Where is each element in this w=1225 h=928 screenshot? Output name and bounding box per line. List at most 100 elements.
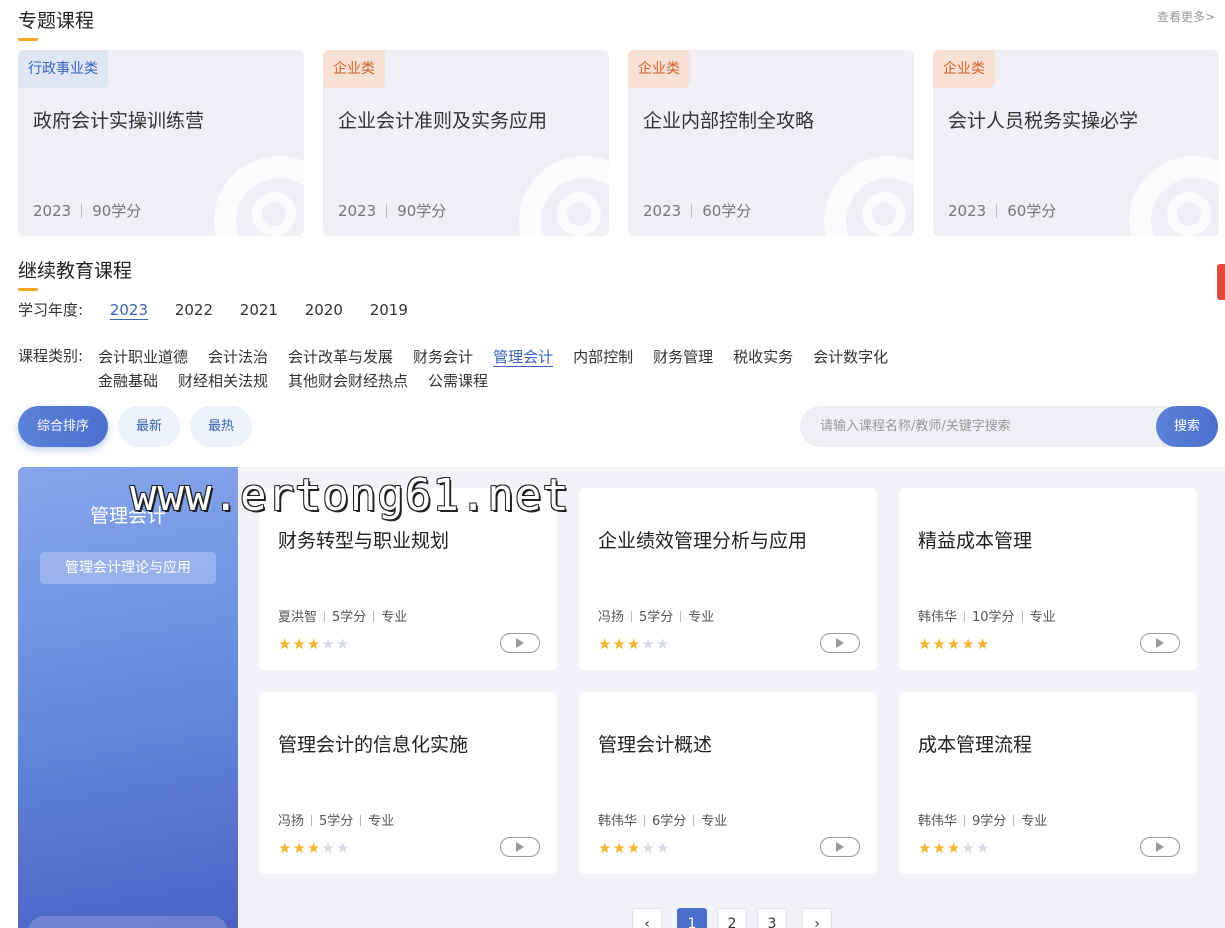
category-option[interactable]: 会计法治 — [208, 345, 268, 369]
course-card[interactable]: 精益成本管理 韩伟华 10学分 专业 ★★★★★ — [899, 488, 1197, 670]
decorative-ring — [252, 192, 296, 236]
star-icon: ★ — [292, 635, 307, 653]
course-meta: 韩伟华 10学分 专业 — [918, 606, 1056, 625]
star-icon: ★ — [598, 635, 613, 653]
course-teacher: 韩伟华 — [918, 814, 958, 829]
topic-tag: 企业类 — [628, 50, 690, 88]
star-icon: ★ — [641, 839, 656, 857]
category-option[interactable]: 财务会计 — [413, 345, 473, 369]
rating-stars: ★★★★★ — [598, 635, 670, 653]
play-icon[interactable] — [1140, 633, 1180, 653]
star-icon: ★ — [932, 839, 947, 857]
category-side-panel: 管理会计 管理会计理论与应用 — [18, 467, 238, 928]
title-accent-bar — [18, 38, 38, 41]
course-type: 专业 — [688, 610, 715, 625]
course-meta: 夏洪智 5学分 专业 — [278, 606, 407, 625]
topic-card[interactable]: 企业类 企业会计准则及实务应用 2023 90学分 — [323, 50, 609, 236]
category-option[interactable]: 税收实务 — [733, 345, 793, 369]
page-button[interactable]: 1 — [677, 908, 707, 928]
search-placeholder: 请输入课程名称/教师/关键字搜索 — [820, 419, 1011, 434]
category-option[interactable]: 内部控制 — [573, 345, 633, 369]
course-meta: 冯扬 5学分 专业 — [278, 810, 394, 829]
star-icon: ★ — [918, 635, 933, 653]
course-credits: 10学分 — [972, 610, 1015, 625]
rating-stars: ★★★★★ — [598, 839, 670, 857]
decorative-ring — [557, 192, 601, 236]
category-option[interactable]: 会计改革与发展 — [288, 345, 393, 369]
course-card[interactable]: 成本管理流程 韩伟华 9学分 专业 ★★★★★ — [899, 692, 1197, 874]
play-icon[interactable] — [500, 633, 540, 653]
side-float-icon[interactable] — [1217, 264, 1225, 300]
course-meta: 韩伟华 9学分 专业 — [918, 810, 1047, 829]
year-option[interactable]: 2023 — [110, 301, 148, 319]
star-icon: ★ — [598, 839, 613, 857]
subcategory-button[interactable]: 管理会计理论与应用 — [40, 552, 216, 584]
divider — [373, 611, 375, 622]
topic-card[interactable]: 行政事业类 政府会计实操训练营 2023 90学分 — [18, 50, 304, 236]
topic-meta: 2023 60学分 — [643, 200, 751, 221]
star-icon: ★ — [961, 635, 976, 653]
sort-comprehensive-button[interactable]: 综合排序 — [18, 406, 108, 447]
topic-card[interactable]: 企业类 企业内部控制全攻略 2023 60学分 — [628, 50, 914, 236]
star-icon: ★ — [278, 839, 293, 857]
course-type: 专业 — [381, 610, 408, 625]
rating-stars: ★★★★★ — [278, 839, 350, 857]
page-button[interactable]: 3 — [757, 908, 787, 928]
course-title: 成本管理流程 — [918, 734, 1033, 756]
next-page-button[interactable]: › — [802, 908, 832, 928]
year-option[interactable]: 2020 — [305, 301, 343, 319]
divider — [1013, 815, 1015, 826]
search-input[interactable]: 请输入课程名称/教师/关键字搜索 搜索 — [800, 406, 1218, 447]
ce-section-title: 继续教育课程 — [18, 256, 133, 291]
view-more-link[interactable]: 查看更多> — [1157, 8, 1215, 25]
star-icon: ★ — [946, 839, 962, 857]
divider — [631, 611, 633, 622]
rating-stars: ★★★★★ — [278, 635, 350, 653]
ce-title-text: 继续教育课程 — [18, 260, 133, 282]
play-icon[interactable] — [1140, 837, 1180, 857]
topic-tag: 企业类 — [933, 50, 995, 88]
divider — [964, 611, 966, 622]
decorative-ring — [862, 192, 906, 236]
year-option[interactable]: 2022 — [175, 301, 213, 319]
sort-hottest-button[interactable]: 最热 — [190, 406, 252, 447]
topics-section-title: 专题课程 — [18, 6, 94, 41]
category-option[interactable]: 管理会计 — [493, 345, 553, 369]
star-icon: ★ — [612, 635, 627, 653]
course-teacher: 韩伟华 — [918, 610, 958, 625]
year-option[interactable]: 2021 — [240, 301, 278, 319]
course-credits: 6学分 — [652, 814, 687, 829]
page-button[interactable]: 2 — [717, 908, 747, 928]
course-card[interactable]: 管理会计概述 韩伟华 6学分 专业 ★★★★★ — [579, 692, 877, 874]
divider — [81, 204, 83, 218]
play-icon[interactable] — [820, 633, 860, 653]
sort-newest-button[interactable]: 最新 — [118, 406, 180, 447]
category-option[interactable]: 公需课程 — [428, 369, 488, 393]
course-type: 专业 — [368, 814, 395, 829]
star-icon: ★ — [626, 839, 642, 857]
category-filter-label: 课程类别: — [18, 347, 84, 365]
topic-year: 2023 — [643, 202, 682, 220]
year-option[interactable]: 2019 — [370, 301, 408, 319]
star-icon: ★ — [321, 635, 336, 653]
course-card[interactable]: 企业绩效管理分析与应用 冯扬 5学分 专业 ★★★★★ — [579, 488, 877, 670]
category-option[interactable]: 其他财会财经热点 — [288, 369, 408, 393]
category-option[interactable]: 会计职业道德 — [98, 345, 188, 369]
topic-card[interactable]: 企业类 会计人员税务实操必学 2023 60学分 — [933, 50, 1219, 236]
course-title: 管理会计概述 — [598, 734, 713, 756]
category-option[interactable]: 财经相关法规 — [178, 369, 268, 393]
prev-page-button[interactable]: ‹ — [632, 908, 662, 928]
category-option[interactable]: 会计数字化 — [813, 345, 888, 369]
topic-credits: 60学分 — [702, 202, 752, 220]
category-option[interactable]: 财务管理 — [653, 345, 713, 369]
star-icon: ★ — [335, 635, 351, 653]
star-icon: ★ — [918, 839, 933, 857]
category-option[interactable]: 金融基础 — [98, 369, 158, 393]
play-icon[interactable] — [820, 837, 860, 857]
topic-title: 企业会计准则及实务应用 — [338, 110, 548, 132]
search-button[interactable]: 搜索 — [1156, 406, 1218, 447]
play-icon[interactable] — [500, 837, 540, 857]
divider — [644, 815, 646, 826]
star-icon: ★ — [655, 839, 671, 857]
course-card[interactable]: 管理会计的信息化实施 冯扬 5学分 专业 ★★★★★ — [259, 692, 557, 874]
